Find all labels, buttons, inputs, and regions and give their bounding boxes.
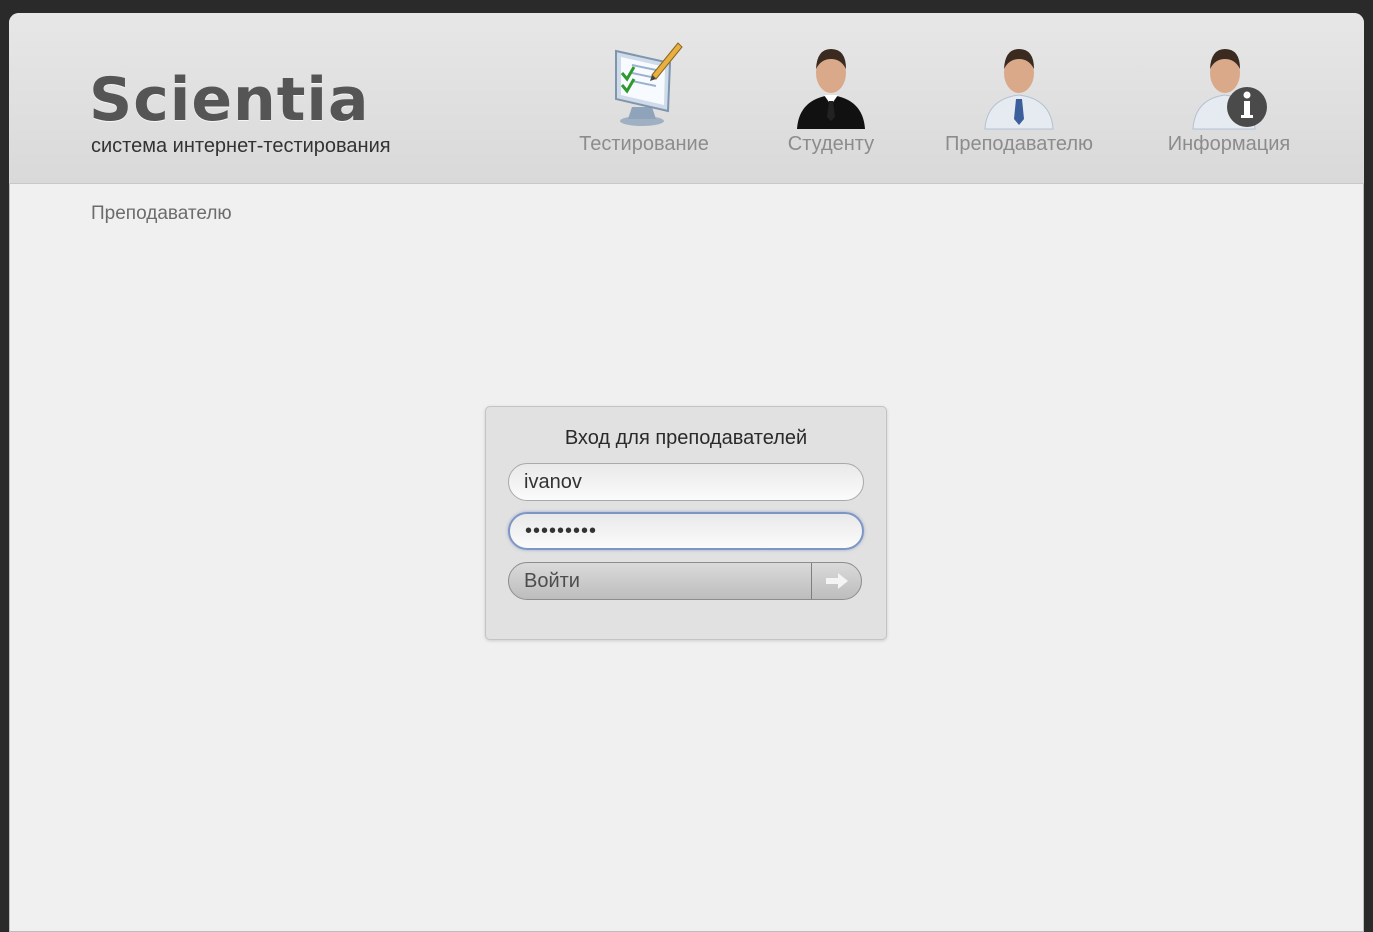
login-form: Вход для преподавателей Войти [485,406,887,640]
site-logo-subtitle: система интернет-тестирования [91,135,391,157]
site-logo-title[interactable]: Scientia [89,65,370,135]
testing-monitor-icon [615,42,683,126]
username-input[interactable] [508,463,864,501]
login-title: Вход для преподавателей [564,427,808,449]
nav-label: Информация [1167,133,1291,155]
site-header: Scientia система интернет-тестирования Т… [9,13,1364,184]
password-input[interactable] [508,512,864,550]
login-button[interactable]: Войти [508,562,862,600]
nav-item-info[interactable]: Информация [1154,33,1304,173]
nav-label: Преподавателю [944,133,1094,155]
nav-item-testing[interactable]: Тестирование [559,33,729,173]
nav-item-teacher[interactable]: Преподавателю [934,33,1104,173]
teacher-avatar-icon [984,49,1054,130]
nav-label: Студенту [787,133,875,155]
student-avatar-icon [797,49,865,129]
nav-item-student[interactable]: Студенту [771,33,891,173]
breadcrumb: Преподавателю [91,203,232,224]
login-button-label: Войти [524,570,580,592]
app-window: Scientia система интернет-тестирования Т… [9,13,1364,932]
info-avatar-icon [1192,49,1267,130]
arrow-right-icon [826,573,848,589]
nav-label: Тестирование [579,133,709,155]
